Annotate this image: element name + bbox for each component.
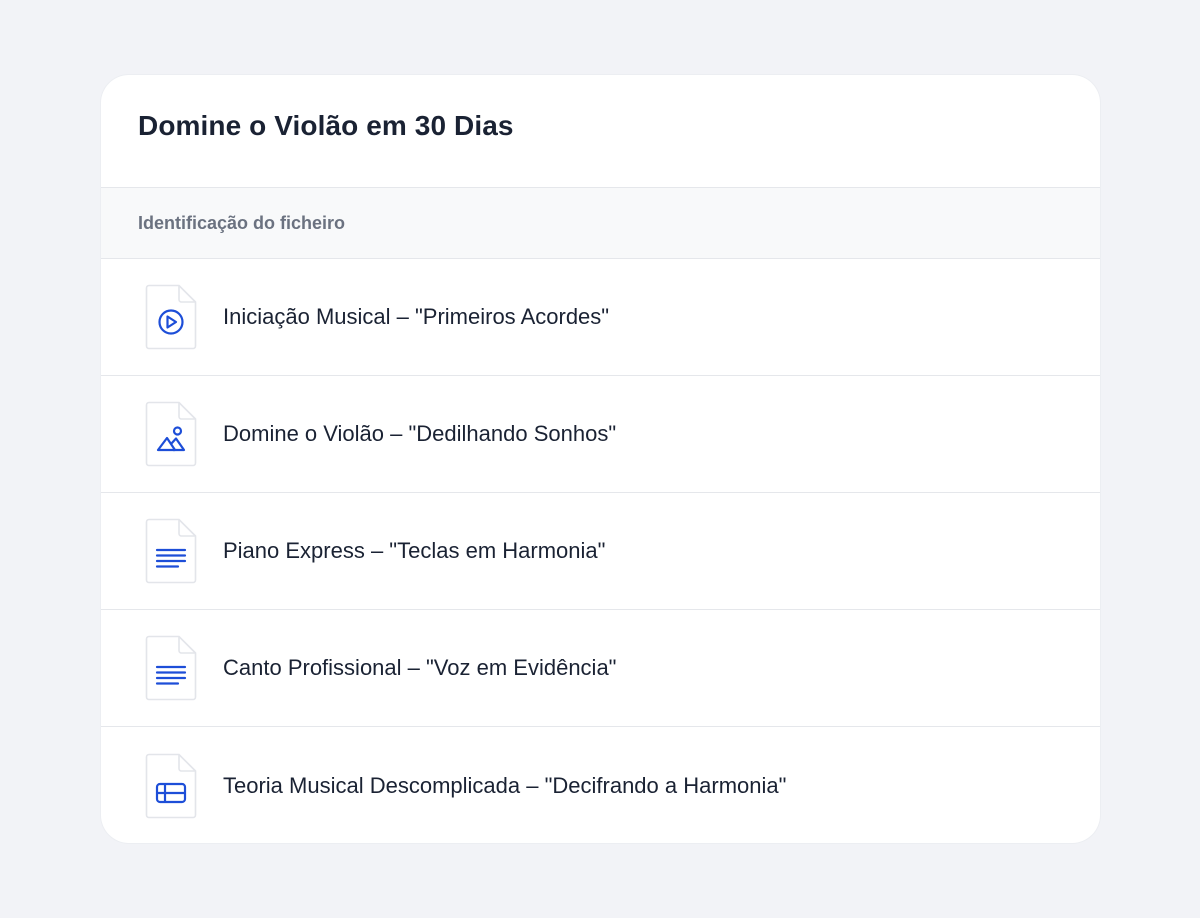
image-file-icon	[145, 401, 197, 467]
file-row[interactable]: Piano Express – "Teclas em Harmonia"	[101, 493, 1100, 610]
video-file-icon	[145, 284, 197, 350]
file-row[interactable]: Domine o Violão – "Dedilhando Sonhos"	[101, 376, 1100, 493]
card-title: Domine o Violão em 30 Dias	[138, 110, 514, 141]
file-name: Teoria Musical Descomplicada – "Decifran…	[223, 772, 787, 798]
file-name: Piano Express – "Teclas em Harmonia"	[223, 538, 606, 563]
file-name: Canto Profissional – "Voz em Evidência"	[223, 655, 617, 680]
column-header: Identificação do ficheiro	[101, 187, 1100, 259]
file-name: Iniciação Musical – "Primeiros Acordes"	[223, 304, 610, 329]
file-row[interactable]: Iniciação Musical – "Primeiros Acordes"	[101, 259, 1100, 376]
file-name: Domine o Violão – "Dedilhando Sonhos"	[223, 421, 617, 446]
file-row[interactable]: Canto Profissional – "Voz em Evidência"	[101, 610, 1100, 727]
file-row[interactable]: Teoria Musical Descomplicada – "Decifran…	[101, 727, 1100, 843]
document-file-icon	[145, 518, 197, 584]
spreadsheet-file-icon	[145, 753, 197, 818]
file-list-card: Domine o Violão em 30 Dias Identificação…	[101, 75, 1100, 843]
document-file-icon	[145, 635, 197, 701]
